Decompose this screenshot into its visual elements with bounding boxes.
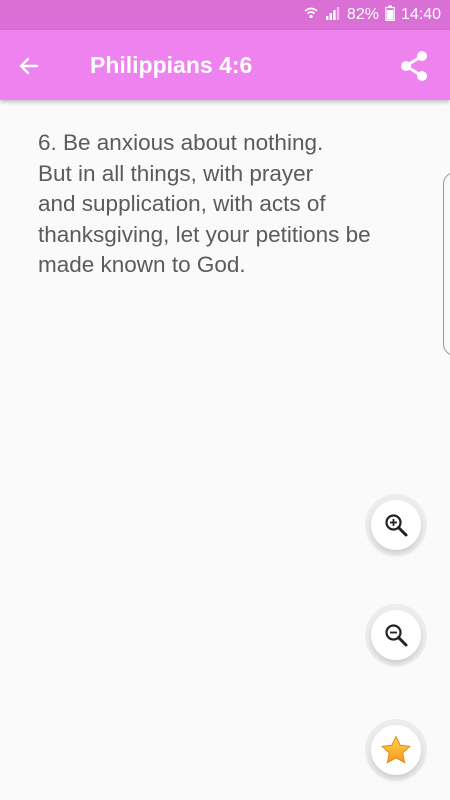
share-icon [401, 51, 427, 81]
status-indicators: 82% 14:40 [303, 0, 441, 30]
status-bar: 82% 14:40 [0, 0, 450, 30]
wifi-icon [303, 5, 319, 26]
app-bar: Philippians 4:6 [0, 30, 450, 100]
zoom-in-icon [385, 514, 408, 537]
zoom-out-button[interactable] [371, 610, 421, 660]
arrow-left-icon [19, 57, 39, 75]
zoom-in-button[interactable] [371, 500, 421, 550]
battery-percent: 82% [346, 6, 379, 23]
signal-icon [325, 5, 341, 26]
share-button[interactable] [396, 48, 432, 84]
zoom-out-icon [385, 624, 408, 647]
favorite-button[interactable] [371, 725, 421, 775]
verse-text: 6. Be anxious about nothing. But in all … [38, 130, 371, 277]
edge-panel-handle[interactable] [443, 172, 450, 356]
clock: 14:40 [400, 6, 441, 23]
back-button[interactable] [14, 51, 44, 81]
battery-icon [385, 5, 395, 26]
star-icon [381, 735, 411, 764]
page-title: Philippians 4:6 [90, 52, 253, 78]
